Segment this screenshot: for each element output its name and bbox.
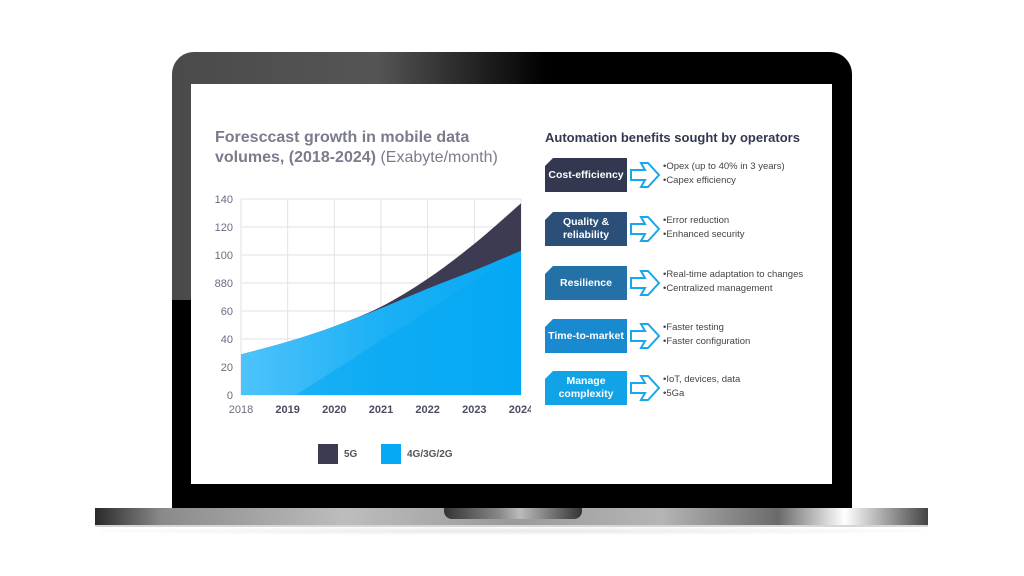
bullet-item: •IoT, devices, data bbox=[663, 374, 741, 385]
bullet-item: •Error reduction bbox=[663, 215, 730, 226]
legend-swatch-4g bbox=[381, 444, 401, 464]
benefit-label: Time-to-market bbox=[545, 319, 627, 353]
benefit-bullets: •Real-time adaptation to changes •Central… bbox=[663, 268, 803, 296]
y-tick-label: 100 bbox=[215, 250, 233, 262]
area-chart: 0 20 40 60 880 100 120 140 2018 2019 2020 2021 2022 2… bbox=[215, 194, 531, 416]
benefit-row: Time-to-market •Faster testing •Faster con… bbox=[545, 319, 815, 353]
bullet-item: •Faster testing bbox=[663, 322, 724, 333]
y-tick-label: 0 bbox=[227, 390, 233, 402]
benefit-label: Quality & reliability bbox=[545, 212, 627, 246]
automation-title: Automation benefits sought by operators bbox=[545, 130, 800, 145]
y-tick-label: 40 bbox=[221, 334, 233, 346]
benefit-row: Quality & reliability •Error reduction •En… bbox=[545, 212, 815, 246]
bullet-item: •5Ga bbox=[663, 388, 685, 399]
chart-title: Foresccast growth in mobile data volumes… bbox=[215, 128, 535, 168]
benefit-row: Resilience •Real-time adaptation to chang… bbox=[545, 266, 815, 300]
arrow-right-icon bbox=[630, 270, 661, 296]
benefit-row: Manage complexity •IoT, devices, data •5Ga bbox=[545, 371, 815, 405]
laptop-screen: Foresccast growth in mobile data volumes… bbox=[191, 84, 832, 484]
legend-item-5g: 5G bbox=[318, 444, 357, 464]
arrow-right-icon bbox=[630, 375, 661, 401]
y-tick-label: 880 bbox=[215, 278, 233, 290]
chart-title-unit: (Exabyte/month) bbox=[380, 149, 498, 166]
arrow-right-icon bbox=[630, 162, 661, 188]
y-tick-label: 20 bbox=[221, 362, 233, 374]
bullet-item: •Opex (up to 40% in 3 years) bbox=[663, 161, 785, 172]
benefit-label: Manage complexity bbox=[545, 371, 627, 405]
arrow-right-icon bbox=[630, 323, 661, 349]
bullet-item: •Centralized management bbox=[663, 283, 773, 294]
x-tick-label: 2022 bbox=[415, 404, 439, 416]
y-tick-label: 140 bbox=[215, 194, 233, 206]
bullet-item: •Enhanced security bbox=[663, 229, 745, 240]
x-tick-label: 2021 bbox=[369, 404, 393, 416]
laptop-shadow bbox=[100, 527, 923, 535]
benefit-bullets: •IoT, devices, data •5Ga bbox=[663, 373, 740, 401]
y-tick-label: 120 bbox=[215, 222, 233, 234]
legend-label-4g: 4G/3G/2G bbox=[407, 448, 453, 460]
benefit-label: Cost-efficiency bbox=[545, 158, 627, 192]
x-tick-label: 2018 bbox=[229, 404, 253, 416]
benefit-row: Cost-efficiency •Opex (up to 40% in 3 yea… bbox=[545, 158, 815, 192]
x-tick-label: 2020 bbox=[322, 404, 346, 416]
bullet-item: •Real-time adaptation to changes bbox=[663, 269, 804, 280]
y-tick-label: 60 bbox=[221, 306, 233, 318]
benefit-bullets: •Opex (up to 40% in 3 years) •Capex effic… bbox=[663, 160, 785, 188]
x-tick-label: 2023 bbox=[462, 404, 486, 416]
benefit-label: Resilience bbox=[545, 266, 627, 300]
benefit-bullets: •Error reduction •Enhanced security bbox=[663, 214, 744, 242]
arrow-right-icon bbox=[630, 216, 661, 242]
legend-item-4g: 4G/3G/2G bbox=[381, 444, 453, 464]
legend-label-5g: 5G bbox=[344, 448, 358, 460]
x-tick-label: 2024 bbox=[509, 404, 531, 416]
laptop-notch bbox=[444, 508, 582, 519]
bullet-item: •Faster configuration bbox=[663, 336, 751, 347]
bullet-item: •Capex efficiency bbox=[663, 175, 736, 186]
benefit-bullets: •Faster testing •Faster configuration bbox=[663, 321, 750, 349]
legend-swatch-5g bbox=[318, 444, 338, 464]
x-tick-label: 2019 bbox=[275, 404, 299, 416]
